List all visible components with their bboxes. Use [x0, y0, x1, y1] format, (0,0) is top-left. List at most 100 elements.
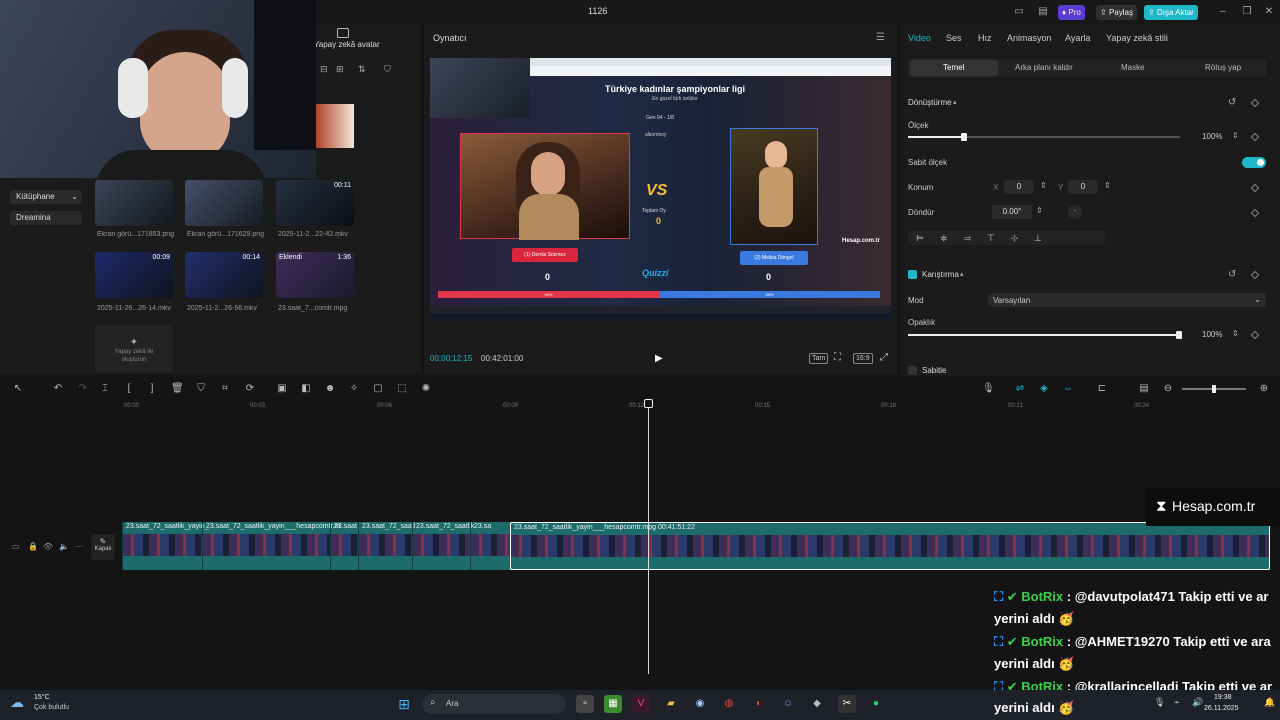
mirror-icon[interactable]: ◧: [300, 383, 312, 395]
rotate-input[interactable]: 0.00°: [992, 205, 1032, 219]
reset-icon[interactable]: ↺: [1228, 269, 1236, 280]
share-button[interactable]: ⇪ Paylaş: [1096, 5, 1137, 20]
delete-icon[interactable]: 🗑: [171, 383, 184, 395]
ai-create-card[interactable]: ✦ Yapay zekâ ile oluşturun: [95, 325, 173, 373]
scale-value[interactable]: 100%: [1202, 132, 1222, 141]
scale-stepper-icon[interactable]: ⇕: [1232, 131, 1239, 140]
caret-up-icon[interactable]: ▴: [953, 98, 957, 106]
more-icon[interactable]: ⋯: [75, 542, 83, 551]
track-display-icon[interactable]: ▭: [12, 542, 20, 551]
opacity-value[interactable]: 100%: [1202, 330, 1222, 339]
media-thumb[interactable]: [185, 180, 263, 226]
uniform-scale-toggle[interactable]: [1242, 157, 1266, 168]
cover-button[interactable]: ✎ Kapak: [91, 534, 115, 560]
lock-icon[interactable]: 🔒: [28, 542, 38, 551]
timeline-clip[interactable]: 23.saat_72_saatlik_yayin_: [122, 522, 209, 570]
vote-right-button[interactable]: (2) Melisa Döngel: [740, 251, 808, 265]
split-right-icon[interactable]: ]: [146, 383, 158, 395]
timeline-ruler[interactable]: [90, 400, 1280, 414]
sort-icon[interactable]: ⇅: [358, 64, 366, 75]
contestant-right-image[interactable]: [730, 128, 818, 245]
timeline-clip[interactable]: 23.saat: [330, 522, 358, 570]
media-thumb[interactable]: [95, 180, 173, 226]
tab-audio[interactable]: Ses: [946, 33, 962, 43]
steam-icon[interactable]: ◉: [691, 695, 709, 713]
align-middle-icon[interactable]: ⊹: [1011, 233, 1019, 244]
align-left-icon[interactable]: ⊨: [916, 233, 924, 244]
tab-ai-style[interactable]: Yapay zekâ stili: [1106, 33, 1168, 43]
magic-icon[interactable]: ✧: [348, 383, 360, 395]
wifi-icon[interactable]: ⌁: [1174, 697, 1179, 708]
person-icon[interactable]: ☻: [324, 383, 336, 395]
export-button[interactable]: ⇪ Dışa Aktar: [1144, 5, 1198, 20]
timeline-clip[interactable]: 23.saat_72_saatl: [358, 522, 415, 570]
pro-badge[interactable]: ♦ Pro: [1058, 5, 1085, 20]
split-left-icon[interactable]: [: [123, 383, 135, 395]
timeline-clip[interactable]: 23.sa: [470, 522, 510, 570]
minimize-icon[interactable]: –: [1216, 6, 1230, 18]
stabilize-section[interactable]: Sabitle: [922, 366, 946, 375]
blend-section[interactable]: Karıştırma: [922, 270, 959, 279]
app-red-icon[interactable]: ◐: [750, 695, 768, 713]
start-icon[interactable]: ⊞: [395, 695, 413, 713]
notification-icon[interactable]: 🔔: [1264, 697, 1275, 708]
caret-up-icon[interactable]: ▴: [960, 270, 964, 278]
shield-icon[interactable]: ⛉: [195, 383, 207, 395]
capcut-icon[interactable]: ✂: [838, 695, 856, 713]
zoom-fit-icon[interactable]: ⛶: [834, 352, 841, 363]
align-right-icon[interactable]: ⫤: [964, 233, 971, 244]
media-thumb[interactable]: 00:09: [95, 252, 173, 298]
microphone-icon[interactable]: 🎙: [982, 383, 995, 395]
x-input[interactable]: 0: [1004, 180, 1034, 194]
media-thumb[interactable]: 00:14: [185, 252, 263, 298]
crop-icon[interactable]: ⌗: [219, 383, 231, 395]
frame-icon[interactable]: ▢: [372, 383, 384, 395]
timeline-clip[interactable]: 23.saat_72_saatlik: [412, 522, 474, 570]
volume-icon[interactable]: 🔊: [1192, 697, 1203, 708]
ai-icon[interactable]: ✺: [420, 383, 432, 395]
undo-icon[interactable]: ↶: [52, 383, 64, 395]
mute-icon[interactable]: 🔈: [59, 542, 69, 551]
subtab-basic[interactable]: Temel: [943, 63, 964, 72]
opacity-stepper-icon[interactable]: ⇕: [1232, 329, 1239, 338]
rotate-stepper-icon[interactable]: ⇕: [1036, 206, 1043, 215]
spotify-icon[interactable]: ●: [867, 695, 885, 713]
align-bottom-icon[interactable]: ⊥: [1034, 233, 1042, 244]
playhead[interactable]: [648, 400, 649, 674]
y-input[interactable]: 0: [1068, 180, 1098, 194]
tab-speed[interactable]: Hız: [978, 33, 992, 43]
media-thumb[interactable]: Eklendi 1:36: [276, 252, 354, 298]
taskbar-search[interactable]: ⌕ Ara: [422, 694, 566, 714]
contestant-left-image[interactable]: [460, 133, 630, 240]
scale-slider[interactable]: [908, 133, 1180, 141]
opacity-slider[interactable]: [908, 331, 1182, 339]
align-center-icon[interactable]: ≑: [940, 233, 948, 244]
subtab-remove-bg[interactable]: Arka planı kaldır: [1015, 63, 1073, 72]
tab-video[interactable]: Video: [908, 33, 931, 43]
grid-view-icon[interactable]: ⊞: [336, 64, 344, 75]
nav-library[interactable]: Kütüphane ⌄: [10, 190, 82, 204]
export-frame-icon[interactable]: ⬚: [396, 383, 408, 395]
close-icon[interactable]: ✕: [1262, 6, 1276, 18]
discord-icon[interactable]: ☺: [779, 695, 797, 713]
eye-icon[interactable]: 👁: [43, 542, 53, 551]
expand-icon[interactable]: ⤢: [880, 352, 888, 363]
vote-left-button[interactable]: (1) Demla Sözmez: [512, 248, 578, 262]
stabilize-checkbox[interactable]: [908, 366, 917, 375]
layout-icon[interactable]: ▭: [1012, 6, 1026, 18]
blend-checkbox[interactable]: [908, 270, 917, 279]
preview-axis-icon[interactable]: ⊏: [1096, 383, 1108, 395]
tab-adjust[interactable]: Ayarla: [1065, 33, 1090, 43]
link-icon[interactable]: ⇌: [1014, 383, 1026, 395]
snap-icon[interactable]: ⇔: [1062, 383, 1074, 395]
play-button[interactable]: ▶: [655, 353, 663, 364]
redo-icon[interactable]: ↷: [77, 383, 89, 395]
speed-icon[interactable]: ⟳: [244, 383, 256, 395]
mode-select[interactable]: Varsayılan ⌄: [988, 293, 1266, 307]
collapse-icon[interactable]: ⊟: [320, 64, 328, 75]
media-thumb-partial[interactable]: [316, 104, 354, 148]
mic-tray-icon[interactable]: 🎙: [1154, 697, 1165, 708]
weather-icon[interactable]: ☁: [10, 694, 24, 711]
maximize-icon[interactable]: ❐: [1240, 6, 1254, 18]
ai-avatar-label[interactable]: Yapay zekâ avatar: [314, 40, 380, 49]
